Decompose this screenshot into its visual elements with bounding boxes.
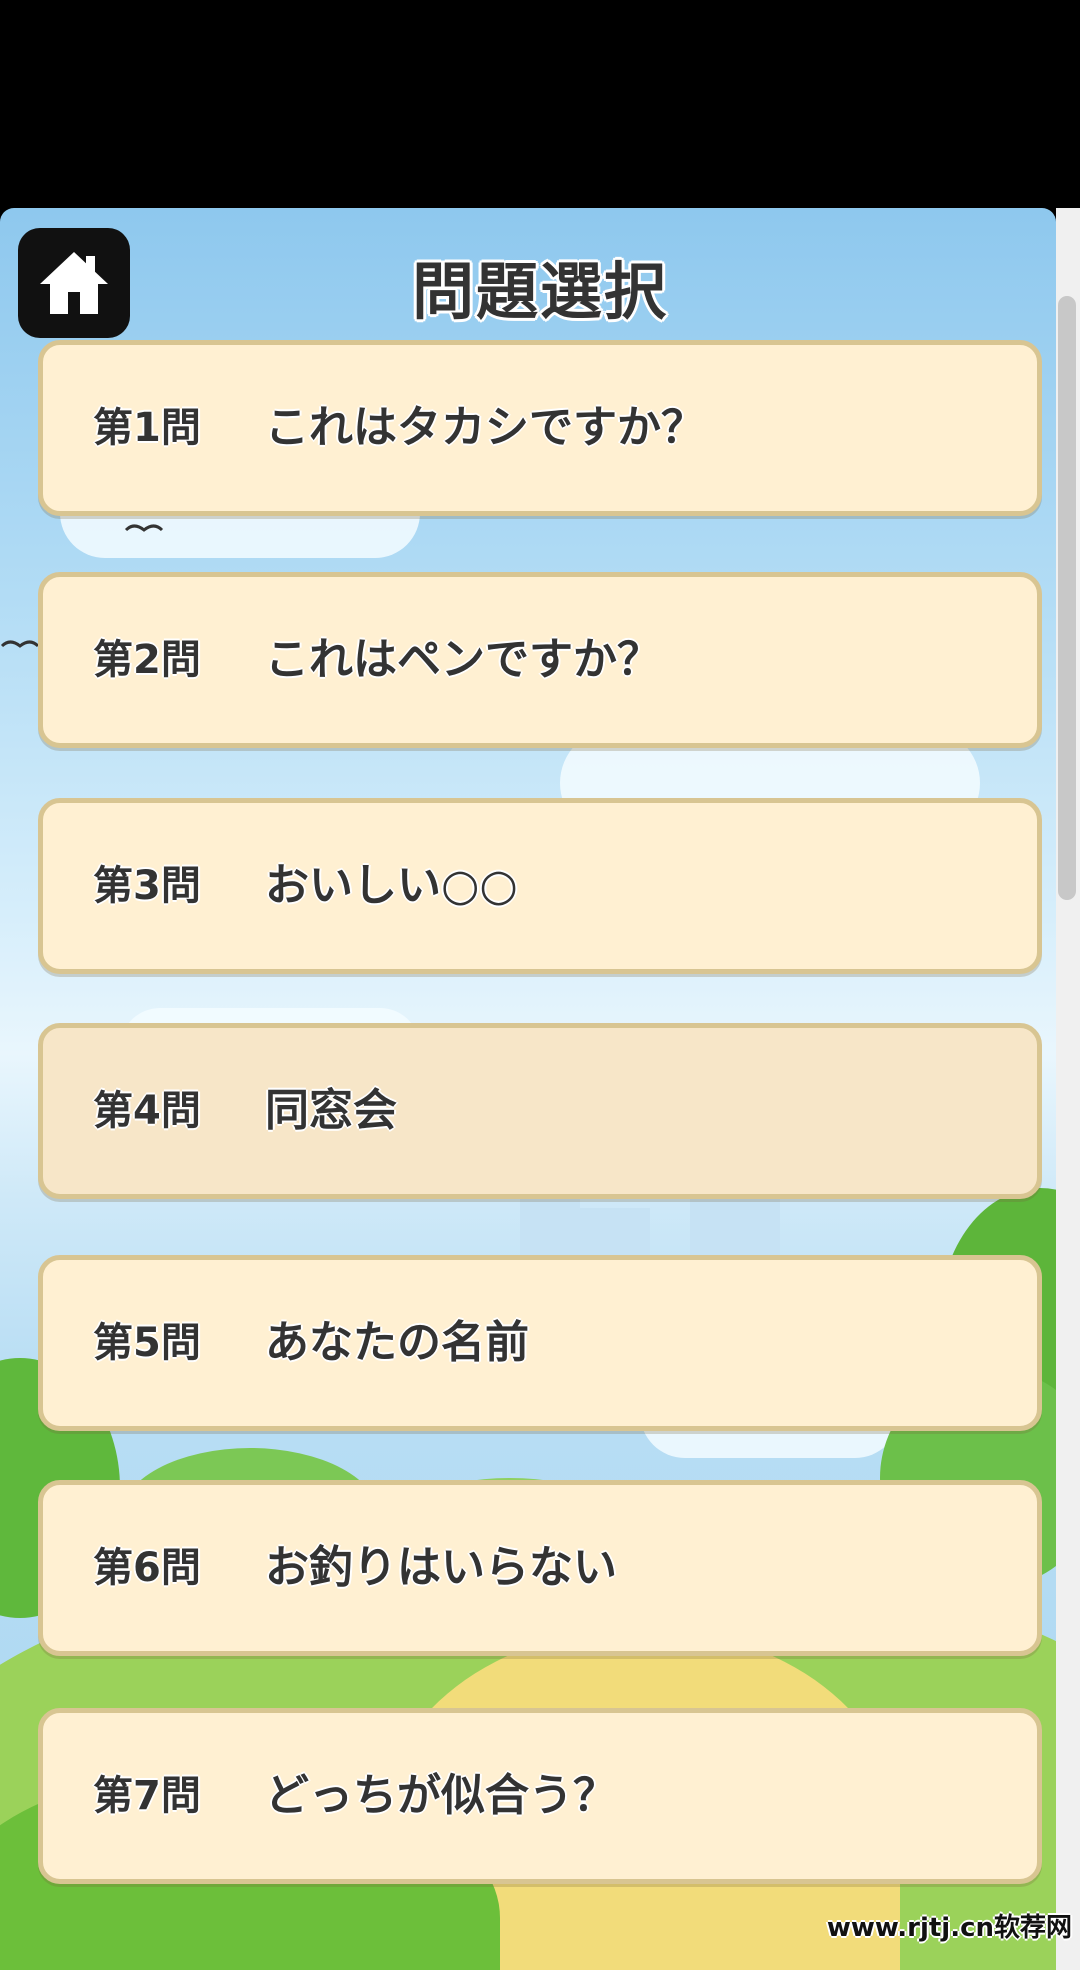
app-screen: 問題選択 第1問 これはタカシですか？ 第2問 これはペンですか？ 第3問 おい… [0,0,1080,1970]
scrollbar-thumb[interactable] [1058,296,1076,900]
question-button-4[interactable]: 第4問 同窓会 [38,1023,1042,1199]
question-number: 第2問 [93,637,201,683]
question-title: どっちが似合う？ [265,1770,617,1821]
question-title: あなたの名前 [265,1317,529,1368]
question-button-2[interactable]: 第2問 これはペンですか？ [38,572,1042,748]
page-title: 問題選択 [411,255,668,328]
home-icon [40,252,108,314]
question-number: 第6問 [93,1545,201,1591]
question-button-3[interactable]: 第3問 おいしい○○ [38,798,1042,974]
question-number: 第1問 [93,405,201,451]
watermark-text: www.rjtj.cn软荐网 [826,1913,1072,1943]
bird [124,524,164,532]
bird [0,640,40,648]
question-title: これはタカシですか？ [265,402,705,453]
question-title: これはペンですか？ [265,634,661,685]
question-number: 第5問 [93,1320,201,1366]
question-button-5[interactable]: 第5問 あなたの名前 [38,1255,1042,1431]
question-number: 第7問 [93,1773,201,1819]
question-title: お釣りはいらない [265,1542,617,1593]
question-number: 第4問 [93,1088,201,1134]
black-top-bar [0,0,1080,208]
question-button-6[interactable]: 第6問 お釣りはいらない [38,1480,1042,1656]
question-title: おいしい○○ [265,860,518,911]
question-button-7[interactable]: 第7問 どっちが似合う？ [38,1708,1042,1884]
home-button[interactable] [18,228,130,338]
question-number: 第3問 [93,863,201,909]
question-title: 同窓会 [265,1085,397,1136]
question-button-1[interactable]: 第1問 これはタカシですか？ [38,340,1042,516]
